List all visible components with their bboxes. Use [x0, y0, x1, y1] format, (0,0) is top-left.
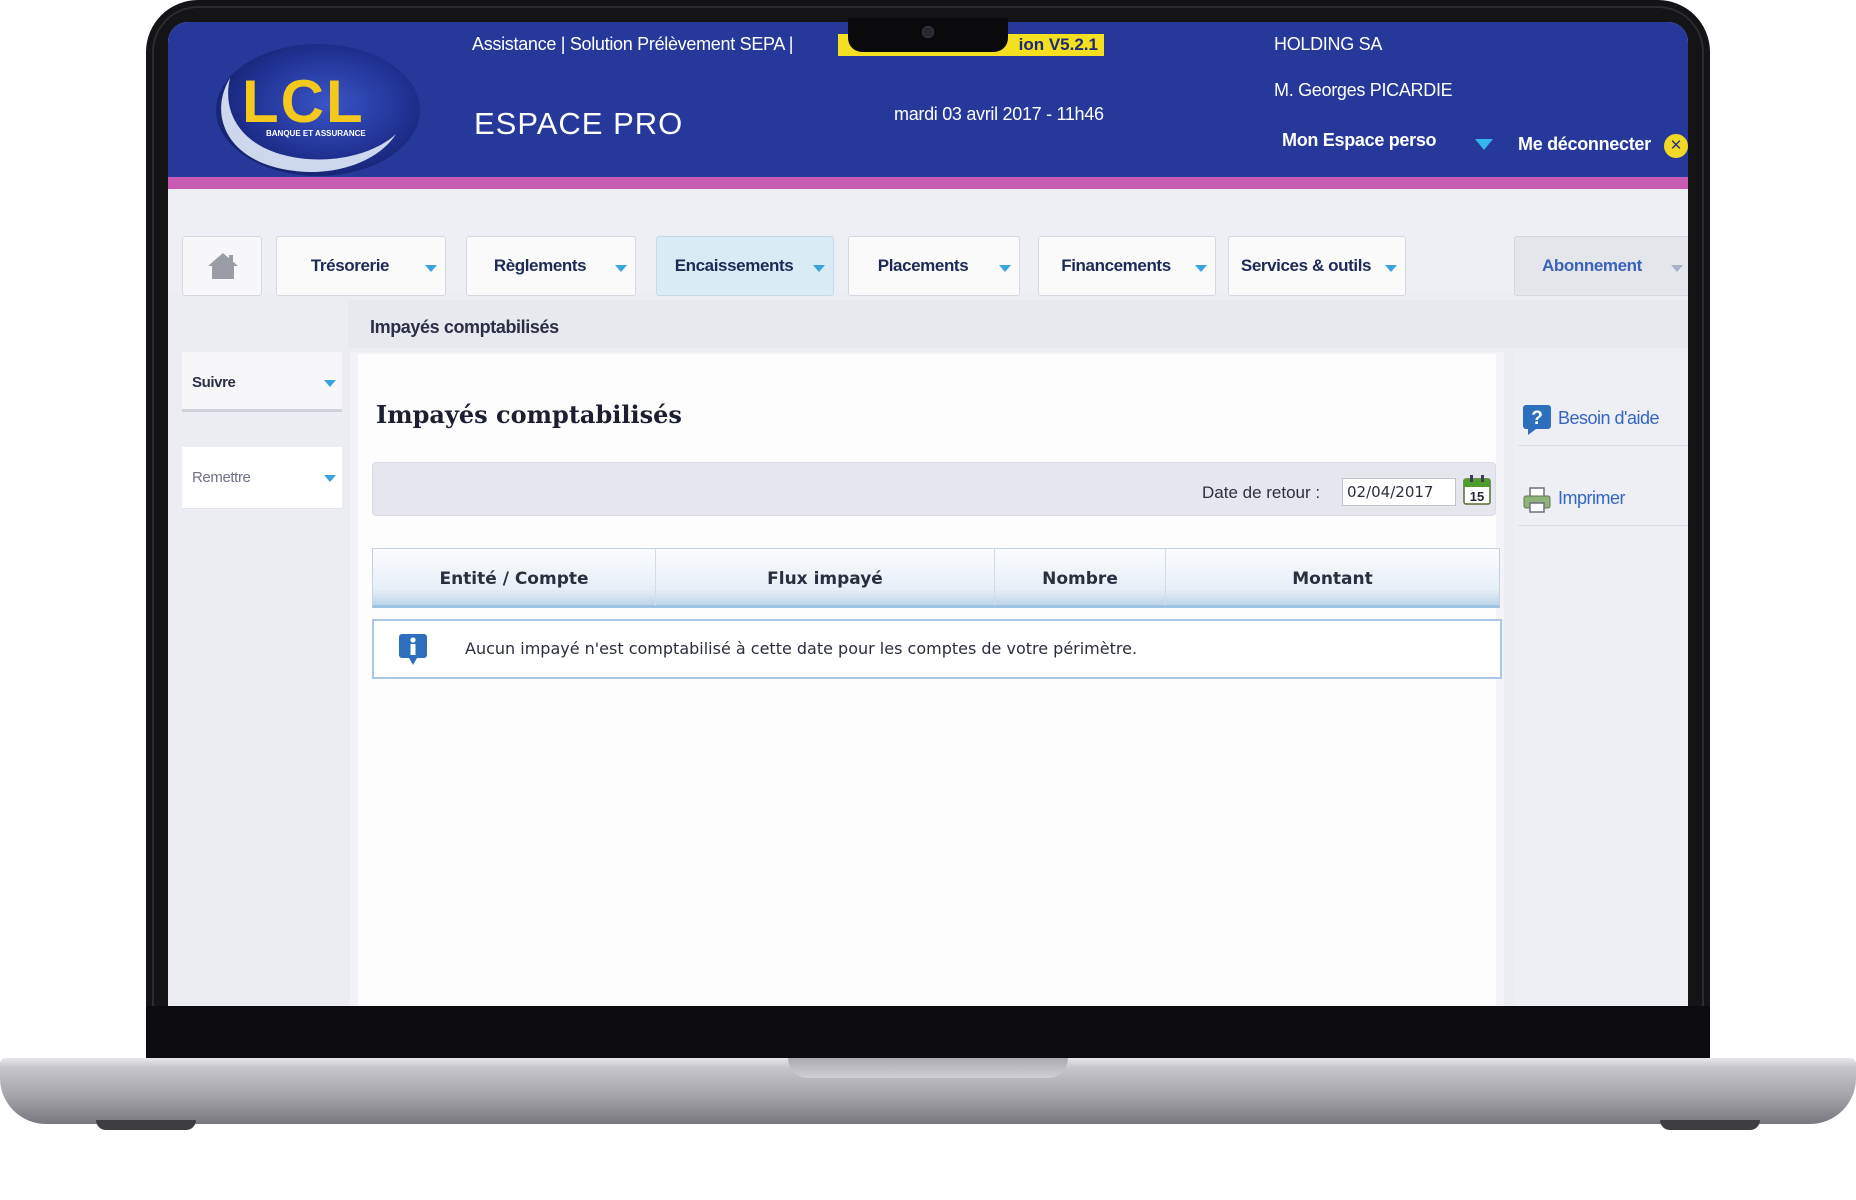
svg-text:?: ? — [1531, 408, 1543, 429]
logo-text: LCL — [242, 68, 365, 135]
chevron-down-icon — [324, 380, 336, 387]
nav-label: Services & outils — [1240, 256, 1372, 275]
home-button[interactable] — [182, 236, 262, 296]
chevron-down-icon — [324, 475, 336, 482]
screen: LCL BANQUE ET ASSURANCE Assistance | Sol… — [168, 22, 1688, 1006]
nav-services-outils[interactable]: Services & outils — [1228, 236, 1406, 296]
column-header-nombre[interactable]: Nombre — [995, 549, 1165, 606]
logout-link[interactable]: Me déconnecter — [1518, 134, 1651, 155]
nav-label: Placements — [877, 256, 969, 275]
home-icon — [208, 253, 238, 279]
print-link[interactable]: Imprimer — [1518, 472, 1688, 526]
chevron-down-icon — [615, 265, 627, 272]
nav-label: Financements — [1061, 256, 1171, 275]
sidebar-item-remettre[interactable]: Remettre — [182, 447, 342, 509]
column-header-flux-impaye[interactable]: Flux impayé — [656, 549, 994, 606]
nav-label: Abonnement — [1542, 256, 1642, 275]
right-actions-panel — [1514, 352, 1688, 1006]
chevron-down-icon — [1195, 265, 1207, 272]
nav-reglements[interactable]: Règlements — [466, 236, 636, 296]
date-label: Date de retour : — [1202, 483, 1321, 502]
chevron-down-icon — [1385, 265, 1397, 272]
chevron-down-icon — [1671, 265, 1683, 272]
page-title: Impayés comptabilisés — [376, 400, 682, 429]
chevron-down-icon[interactable] — [1475, 139, 1493, 150]
assistance-links[interactable]: Assistance | Solution Prélèvement SEPA | — [472, 34, 793, 55]
printer-icon — [1523, 487, 1551, 513]
date-field[interactable]: 02/04/2017 — [1342, 478, 1456, 506]
chevron-down-icon — [425, 265, 437, 272]
espace-perso-menu[interactable]: Mon Espace perso — [1282, 130, 1437, 151]
filter-bar — [372, 462, 1496, 516]
chevron-down-icon — [999, 265, 1011, 272]
laptop-chin — [146, 1006, 1710, 1058]
empty-state-message: Aucun impayé n'est comptabilisé à cette … — [372, 619, 1502, 679]
column-header-entite-compte[interactable]: Entité / Compte — [373, 549, 655, 606]
nav-label: Encaissements — [674, 256, 794, 275]
laptop-foot-right — [1660, 1120, 1760, 1130]
sidebar-item-label: Remettre — [192, 469, 251, 486]
nav-label: Règlements — [493, 256, 587, 275]
current-datetime: mardi 03 avril 2017 - 11h46 — [894, 104, 1104, 124]
sidebar-item-suivre[interactable]: Suivre — [182, 352, 342, 412]
help-link[interactable]: ? Besoin d'aide — [1518, 392, 1688, 446]
breadcrumb: Impayés comptabilisés — [370, 317, 559, 337]
empty-state-text: Aucun impayé n'est comptabilisé à cette … — [465, 639, 1138, 658]
espace-pro-title: ESPACE PRO — [474, 106, 684, 141]
lcl-logo[interactable]: LCL BANQUE ET ASSURANCE — [200, 38, 426, 188]
nav-encaissements[interactable]: Encaissements — [656, 236, 834, 296]
sidebar-item-label: Suivre — [192, 374, 236, 391]
user-name: M. Georges PICARDIE — [1274, 80, 1453, 100]
logo-tagline: BANQUE ET ASSURANCE — [266, 129, 366, 138]
content-card — [358, 354, 1496, 1006]
nav-label: Trésorerie — [310, 256, 390, 275]
nav-placements[interactable]: Placements — [848, 236, 1020, 296]
nav-financements[interactable]: Financements — [1038, 236, 1216, 296]
print-label: Imprimer — [1558, 488, 1626, 508]
column-header-montant[interactable]: Montant — [1166, 549, 1499, 606]
calendar-day: 15 — [1470, 489, 1484, 504]
laptop-foot-left — [96, 1120, 196, 1130]
help-icon: ? — [1523, 405, 1551, 435]
camera-notch — [848, 18, 1008, 52]
calendar-icon[interactable]: 15 — [1462, 474, 1492, 506]
main-nav: Trésorerie Règlements Encaissements Plac… — [168, 189, 1688, 296]
chevron-down-icon — [813, 265, 825, 272]
nav-tresorerie[interactable]: Trésorerie — [276, 236, 446, 296]
laptop-trackpad-notch — [788, 1058, 1068, 1078]
table-header: Entité / Compte Flux impayé Nombre Monta… — [372, 548, 1500, 608]
company-name: HOLDING SA — [1274, 34, 1383, 54]
close-icon[interactable]: ✕ — [1664, 134, 1688, 158]
nav-abonnement[interactable]: Abonnement — [1514, 236, 1688, 296]
info-icon — [399, 634, 427, 665]
help-label: Besoin d'aide — [1558, 408, 1660, 428]
